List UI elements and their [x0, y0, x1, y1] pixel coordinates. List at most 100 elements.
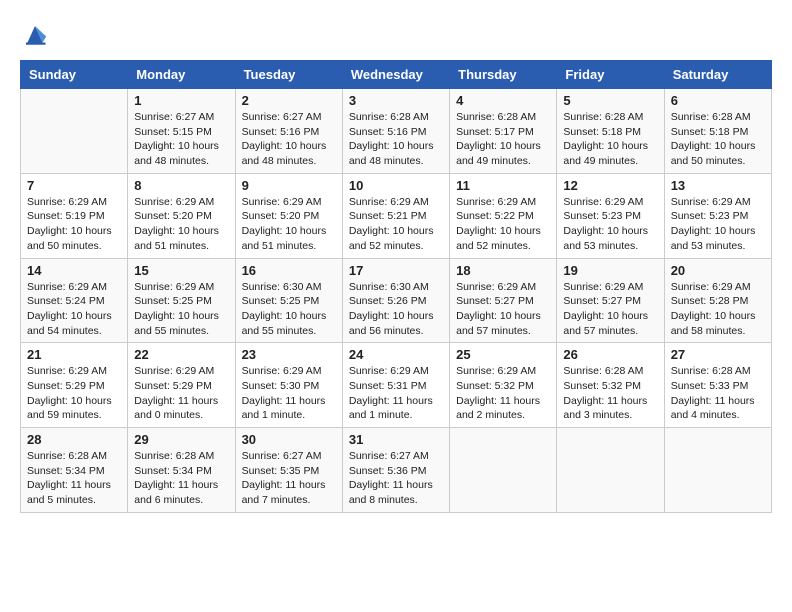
day-info: Sunrise: 6:27 AM Sunset: 5:35 PM Dayligh… [242, 449, 336, 508]
calendar-cell: 13 Sunrise: 6:29 AM Sunset: 5:23 PM Dayli… [664, 173, 771, 258]
day-info: Sunrise: 6:29 AM Sunset: 5:22 PM Dayligh… [456, 195, 550, 254]
calendar-cell: 25 Sunrise: 6:29 AM Sunset: 5:32 PM Dayli… [450, 343, 557, 428]
calendar-cell: 30 Sunrise: 6:27 AM Sunset: 5:35 PM Dayli… [235, 428, 342, 513]
calendar-cell: 24 Sunrise: 6:29 AM Sunset: 5:31 PM Dayli… [342, 343, 449, 428]
day-info: Sunrise: 6:29 AM Sunset: 5:23 PM Dayligh… [563, 195, 657, 254]
day-info: Sunrise: 6:29 AM Sunset: 5:20 PM Dayligh… [242, 195, 336, 254]
day-number: 2 [242, 93, 336, 108]
calendar-cell: 16Sunrise: 6:30 AM Sunset: 5:25 PM Dayli… [235, 258, 342, 343]
calendar-cell: 15 Sunrise: 6:29 AM Sunset: 5:25 PM Dayli… [128, 258, 235, 343]
day-header-thursday: Thursday [450, 61, 557, 89]
day-info: Sunrise: 6:28 AM Sunset: 5:17 PM Dayligh… [456, 110, 550, 169]
calendar-cell: 10 Sunrise: 6:29 AM Sunset: 5:21 PM Dayli… [342, 173, 449, 258]
calendar-cell: 22 Sunrise: 6:29 AM Sunset: 5:29 PM Dayli… [128, 343, 235, 428]
day-info: Sunrise: 6:29 AM Sunset: 5:21 PM Dayligh… [349, 195, 443, 254]
day-number: 21 [27, 347, 121, 362]
day-number: 5 [563, 93, 657, 108]
day-number: 9 [242, 178, 336, 193]
logo [20, 20, 54, 50]
day-info: Sunrise: 6:27 AM Sunset: 5:15 PM Dayligh… [134, 110, 228, 169]
day-info: Sunrise: 6:29 AM Sunset: 5:31 PM Dayligh… [349, 364, 443, 423]
calendar-cell: 9 Sunrise: 6:29 AM Sunset: 5:20 PM Daylig… [235, 173, 342, 258]
day-info: Sunrise: 6:29 AM Sunset: 5:29 PM Dayligh… [134, 364, 228, 423]
day-number: 11 [456, 178, 550, 193]
day-info: Sunrise: 6:29 AM Sunset: 5:32 PM Dayligh… [456, 364, 550, 423]
calendar-cell [664, 428, 771, 513]
day-info: Sunrise: 6:29 AM Sunset: 5:29 PM Dayligh… [27, 364, 121, 423]
page-header [20, 20, 772, 50]
calendar-week-4: 21 Sunrise: 6:29 AM Sunset: 5:29 PM Dayli… [21, 343, 772, 428]
calendar-cell: 26Sunrise: 6:28 AM Sunset: 5:32 PM Dayli… [557, 343, 664, 428]
calendar-cell: 29Sunrise: 6:28 AM Sunset: 5:34 PM Dayli… [128, 428, 235, 513]
day-number: 18 [456, 263, 550, 278]
day-number: 7 [27, 178, 121, 193]
day-info: Sunrise: 6:30 AM Sunset: 5:25 PM Dayligh… [242, 280, 336, 339]
day-number: 19 [563, 263, 657, 278]
day-info: Sunrise: 6:29 AM Sunset: 5:19 PM Dayligh… [27, 195, 121, 254]
calendar-week-5: 28 Sunrise: 6:28 AM Sunset: 5:34 PM Dayli… [21, 428, 772, 513]
day-info: Sunrise: 6:28 AM Sunset: 5:34 PM Dayligh… [134, 449, 228, 508]
calendar-cell: 11 Sunrise: 6:29 AM Sunset: 5:22 PM Dayli… [450, 173, 557, 258]
day-header-friday: Friday [557, 61, 664, 89]
day-info: Sunrise: 6:29 AM Sunset: 5:20 PM Dayligh… [134, 195, 228, 254]
day-number: 23 [242, 347, 336, 362]
calendar-week-3: 14 Sunrise: 6:29 AM Sunset: 5:24 PM Dayli… [21, 258, 772, 343]
day-number: 1 [134, 93, 228, 108]
day-header-wednesday: Wednesday [342, 61, 449, 89]
calendar-cell: 21 Sunrise: 6:29 AM Sunset: 5:29 PM Dayli… [21, 343, 128, 428]
day-info: Sunrise: 6:29 AM Sunset: 5:25 PM Dayligh… [134, 280, 228, 339]
day-number: 15 [134, 263, 228, 278]
calendar-cell: 20Sunrise: 6:29 AM Sunset: 5:28 PM Dayli… [664, 258, 771, 343]
day-number: 31 [349, 432, 443, 447]
day-number: 30 [242, 432, 336, 447]
day-info: Sunrise: 6:27 AM Sunset: 5:16 PM Dayligh… [242, 110, 336, 169]
day-header-saturday: Saturday [664, 61, 771, 89]
calendar-cell: 7 Sunrise: 6:29 AM Sunset: 5:19 PM Daylig… [21, 173, 128, 258]
day-header-tuesday: Tuesday [235, 61, 342, 89]
calendar-cell: 6Sunrise: 6:28 AM Sunset: 5:18 PM Daylig… [664, 89, 771, 174]
day-number: 10 [349, 178, 443, 193]
calendar-cell: 31 Sunrise: 6:27 AM Sunset: 5:36 PM Dayli… [342, 428, 449, 513]
calendar-header-row: SundayMondayTuesdayWednesdayThursdayFrid… [21, 61, 772, 89]
day-number: 24 [349, 347, 443, 362]
day-number: 22 [134, 347, 228, 362]
day-info: Sunrise: 6:28 AM Sunset: 5:34 PM Dayligh… [27, 449, 121, 508]
day-info: Sunrise: 6:29 AM Sunset: 5:24 PM Dayligh… [27, 280, 121, 339]
day-number: 3 [349, 93, 443, 108]
day-info: Sunrise: 6:29 AM Sunset: 5:27 PM Dayligh… [563, 280, 657, 339]
calendar-cell: 5 Sunrise: 6:28 AM Sunset: 5:18 PM Daylig… [557, 89, 664, 174]
day-info: Sunrise: 6:30 AM Sunset: 5:26 PM Dayligh… [349, 280, 443, 339]
calendar-cell: 27Sunrise: 6:28 AM Sunset: 5:33 PM Dayli… [664, 343, 771, 428]
day-number: 17 [349, 263, 443, 278]
calendar-cell [557, 428, 664, 513]
calendar-cell: 2 Sunrise: 6:27 AM Sunset: 5:16 PM Daylig… [235, 89, 342, 174]
calendar-cell: 3 Sunrise: 6:28 AM Sunset: 5:16 PM Daylig… [342, 89, 449, 174]
day-number: 25 [456, 347, 550, 362]
day-header-monday: Monday [128, 61, 235, 89]
day-number: 14 [27, 263, 121, 278]
calendar-table: SundayMondayTuesdayWednesdayThursdayFrid… [20, 60, 772, 513]
logo-icon [20, 20, 50, 50]
calendar-cell: 14 Sunrise: 6:29 AM Sunset: 5:24 PM Dayli… [21, 258, 128, 343]
day-number: 20 [671, 263, 765, 278]
day-number: 26 [563, 347, 657, 362]
day-info: Sunrise: 6:28 AM Sunset: 5:16 PM Dayligh… [349, 110, 443, 169]
calendar-cell [450, 428, 557, 513]
calendar-cell: 28 Sunrise: 6:28 AM Sunset: 5:34 PM Dayli… [21, 428, 128, 513]
calendar-cell: 17 Sunrise: 6:30 AM Sunset: 5:26 PM Dayli… [342, 258, 449, 343]
calendar-week-1: 1 Sunrise: 6:27 AM Sunset: 5:15 PM Daylig… [21, 89, 772, 174]
day-number: 4 [456, 93, 550, 108]
day-number: 12 [563, 178, 657, 193]
calendar-cell: 19 Sunrise: 6:29 AM Sunset: 5:27 PM Dayli… [557, 258, 664, 343]
day-number: 13 [671, 178, 765, 193]
calendar-cell [21, 89, 128, 174]
day-info: Sunrise: 6:28 AM Sunset: 5:18 PM Dayligh… [563, 110, 657, 169]
day-info: Sunrise: 6:27 AM Sunset: 5:36 PM Dayligh… [349, 449, 443, 508]
day-number: 28 [27, 432, 121, 447]
day-info: Sunrise: 6:29 AM Sunset: 5:23 PM Dayligh… [671, 195, 765, 254]
calendar-cell: 18Sunrise: 6:29 AM Sunset: 5:27 PM Dayli… [450, 258, 557, 343]
calendar-cell: 12 Sunrise: 6:29 AM Sunset: 5:23 PM Dayli… [557, 173, 664, 258]
day-header-sunday: Sunday [21, 61, 128, 89]
day-info: Sunrise: 6:29 AM Sunset: 5:30 PM Dayligh… [242, 364, 336, 423]
day-info: Sunrise: 6:28 AM Sunset: 5:33 PM Dayligh… [671, 364, 765, 423]
